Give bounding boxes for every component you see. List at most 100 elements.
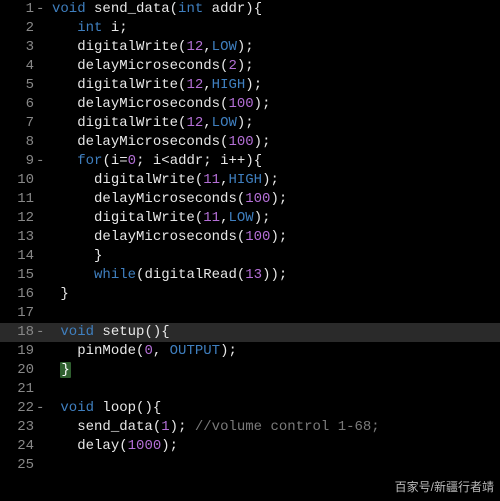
code-content[interactable]: int i;: [48, 19, 128, 38]
code-line[interactable]: 24 delay(1000);: [0, 437, 500, 456]
code-content[interactable]: }: [48, 361, 71, 380]
line-number: 8: [0, 133, 36, 152]
fold-marker[interactable]: -: [36, 0, 48, 19]
line-number: 16: [0, 285, 36, 304]
code-line[interactable]: 6 delayMicroseconds(100);: [0, 95, 500, 114]
code-line[interactable]: 15 while(digitalRead(13));: [0, 266, 500, 285]
code-line[interactable]: 2 int i;: [0, 19, 500, 38]
code-line[interactable]: 25: [0, 456, 500, 475]
token-kw: for: [77, 153, 102, 169]
token-op: <: [161, 153, 169, 169]
code-line[interactable]: 5 digitalWrite(12,HIGH);: [0, 76, 500, 95]
code-content[interactable]: digitalWrite(12,LOW);: [48, 114, 254, 133]
token-pn: ;: [262, 96, 270, 112]
token-pn: ): [161, 438, 169, 454]
fold-marker[interactable]: -: [36, 323, 48, 342]
code-content[interactable]: for(i=0; i<addr; i++){: [48, 152, 262, 171]
token-nm: 100: [245, 191, 270, 207]
code-line[interactable]: 10 digitalWrite(11,HIGH);: [0, 171, 500, 190]
code-content[interactable]: digitalWrite(12,HIGH);: [48, 76, 262, 95]
token-pl: [52, 229, 94, 245]
token-nm: 11: [203, 210, 220, 226]
code-line[interactable]: 19 pinMode(0, OUTPUT);: [0, 342, 500, 361]
code-content[interactable]: void setup(){: [48, 323, 170, 342]
token-pn: ): [144, 400, 152, 416]
token-ty: int: [77, 20, 102, 36]
token-pn: ,: [153, 343, 161, 359]
line-number: 20: [0, 361, 36, 380]
token-nm: 13: [245, 267, 262, 283]
code-content[interactable]: void loop(){: [48, 399, 161, 418]
token-fn: digitalWrite: [94, 172, 195, 188]
token-pl: i: [212, 153, 229, 169]
token-pn: {: [161, 324, 169, 340]
code-content[interactable]: delayMicroseconds(100);: [48, 95, 270, 114]
code-content[interactable]: delay(1000);: [48, 437, 178, 456]
code-line[interactable]: 12 digitalWrite(11,LOW);: [0, 209, 500, 228]
code-line[interactable]: 14 }: [0, 247, 500, 266]
line-number: 3: [0, 38, 36, 57]
token-cn: LOW: [212, 39, 237, 55]
code-line[interactable]: 9- for(i=0; i<addr; i++){: [0, 152, 500, 171]
code-content[interactable]: while(digitalRead(13));: [48, 266, 287, 285]
line-number: 7: [0, 114, 36, 133]
code-content[interactable]: void send_data(int addr){: [48, 0, 262, 19]
code-line[interactable]: 18- void setup(){: [0, 323, 500, 342]
token-pn: ;: [279, 191, 287, 207]
code-line[interactable]: 22- void loop(){: [0, 399, 500, 418]
token-pn: (: [195, 172, 203, 188]
code-line[interactable]: 23 send_data(1); //volume control 1-68;: [0, 418, 500, 437]
code-content[interactable]: delayMicroseconds(2);: [48, 57, 254, 76]
token-pl: [52, 153, 77, 169]
token-nm: 100: [228, 96, 253, 112]
line-number: 9: [0, 152, 36, 171]
code-content[interactable]: delayMicroseconds(100);: [48, 190, 287, 209]
code-content[interactable]: digitalWrite(11,LOW);: [48, 209, 271, 228]
code-content[interactable]: pinMode(0, OUTPUT);: [48, 342, 237, 361]
code-content[interactable]: }: [48, 247, 102, 266]
token-pn: (: [102, 153, 110, 169]
code-line[interactable]: 21: [0, 380, 500, 399]
token-pl: [186, 419, 194, 435]
code-content[interactable]: send_data(1); //volume control 1-68;: [48, 418, 380, 437]
token-fn: setup: [102, 324, 144, 340]
token-pn: (: [170, 1, 178, 17]
code-line[interactable]: 20 }: [0, 361, 500, 380]
code-content[interactable]: delayMicroseconds(100);: [48, 228, 287, 247]
token-pl: [52, 191, 94, 207]
code-content[interactable]: }: [48, 285, 69, 304]
token-pl: [102, 20, 110, 36]
fold-marker[interactable]: -: [36, 152, 48, 171]
code-line[interactable]: 8 delayMicroseconds(100);: [0, 133, 500, 152]
code-line[interactable]: 16 }: [0, 285, 500, 304]
code-line[interactable]: 1-void send_data(int addr){: [0, 0, 500, 19]
token-fn: delayMicroseconds: [77, 58, 220, 74]
token-pn: ;: [119, 20, 127, 36]
code-line[interactable]: 7 digitalWrite(12,LOW);: [0, 114, 500, 133]
token-pn: (: [237, 229, 245, 245]
token-pn: ): [270, 191, 278, 207]
token-fn: delayMicroseconds: [77, 96, 220, 112]
code-editor[interactable]: 1-void send_data(int addr){2 int i;3 dig…: [0, 0, 500, 501]
code-content[interactable]: delayMicroseconds(100);: [48, 133, 270, 152]
line-number: 14: [0, 247, 36, 266]
token-kw: void: [60, 400, 94, 416]
line-number: 22: [0, 399, 36, 418]
line-number: 23: [0, 418, 36, 437]
code-line[interactable]: 4 delayMicroseconds(2);: [0, 57, 500, 76]
code-line[interactable]: 11 delayMicroseconds(100);: [0, 190, 500, 209]
token-pn: {: [153, 400, 161, 416]
token-cn: HIGH: [212, 77, 246, 93]
token-fn: digitalWrite: [77, 77, 178, 93]
code-content[interactable]: digitalWrite(12,LOW);: [48, 38, 254, 57]
token-pn: }: [94, 248, 102, 264]
code-line[interactable]: 3 digitalWrite(12,LOW);: [0, 38, 500, 57]
code-line[interactable]: 13 delayMicroseconds(100);: [0, 228, 500, 247]
code-content[interactable]: digitalWrite(11,HIGH);: [48, 171, 279, 190]
token-pn: (: [237, 267, 245, 283]
token-pl: [52, 96, 77, 112]
token-pl: [86, 1, 94, 17]
fold-marker[interactable]: -: [36, 399, 48, 418]
code-line[interactable]: 17: [0, 304, 500, 323]
line-number: 6: [0, 95, 36, 114]
